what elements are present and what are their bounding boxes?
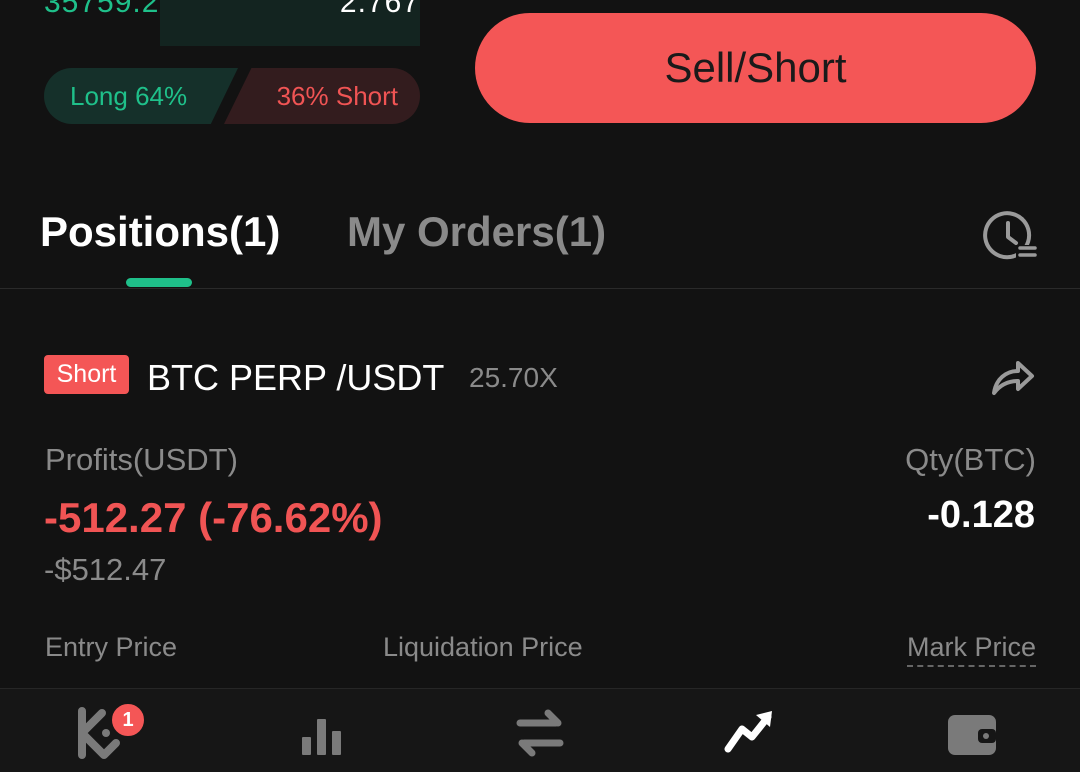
position-leverage: 25.70X (469, 362, 558, 393)
liquidation-price-label: Liquidation Price (383, 632, 583, 662)
profits-usd-value: -$512.47 (44, 552, 167, 587)
long-short-ratio-bar: Long 64% 36% Short (44, 68, 420, 124)
nav-assets[interactable] (942, 703, 1002, 763)
tabs-divider (0, 288, 1080, 289)
bottom-nav: 1 (0, 688, 1080, 772)
tab-my-orders[interactable]: My Orders(1) (347, 208, 606, 256)
order-book-price: 35759.2 (44, 0, 160, 19)
order-history-icon[interactable] (982, 207, 1038, 263)
short-ratio-label: 36% Short (276, 81, 398, 111)
assets-icon (948, 715, 996, 755)
trade-icon (516, 709, 564, 757)
profits-label: Profits(USDT) (45, 442, 238, 477)
qty-value: -0.128 (927, 494, 1035, 536)
home-notification-badge: 1 (110, 702, 146, 738)
qty-label: Qty(BTC) (905, 442, 1036, 477)
markets-icon (302, 719, 341, 755)
profits-value: -512.27 (-76.62%) (44, 494, 383, 541)
position-pair[interactable]: BTC PERP /USDT (147, 357, 444, 399)
mark-price-label[interactable]: Mark Price (906, 632, 1036, 667)
order-book-quantity: 2.767 (339, 0, 420, 19)
futures-trade-screen: 35759.2 2.767 Long 64% 36% Short Sell/Sh… (0, 0, 1080, 772)
position-side-badge: Short (44, 355, 129, 394)
nav-trade[interactable] (510, 703, 570, 763)
entry-price-label: Entry Price (45, 632, 178, 662)
tab-positions[interactable]: Positions(1) (40, 208, 280, 256)
sell-short-button[interactable]: Sell/Short (475, 13, 1036, 123)
active-tab-indicator (126, 278, 192, 287)
share-arrow-icon (992, 361, 1034, 395)
long-ratio-label: Long 64% (70, 81, 188, 111)
nav-futures[interactable] (722, 703, 782, 763)
nav-markets[interactable] (292, 703, 352, 763)
share-icon[interactable] (988, 355, 1038, 399)
futures-icon (724, 711, 772, 753)
clock-list-icon (983, 211, 1037, 260)
order-book-row[interactable]: 35759.2 2.767 (44, 0, 420, 46)
